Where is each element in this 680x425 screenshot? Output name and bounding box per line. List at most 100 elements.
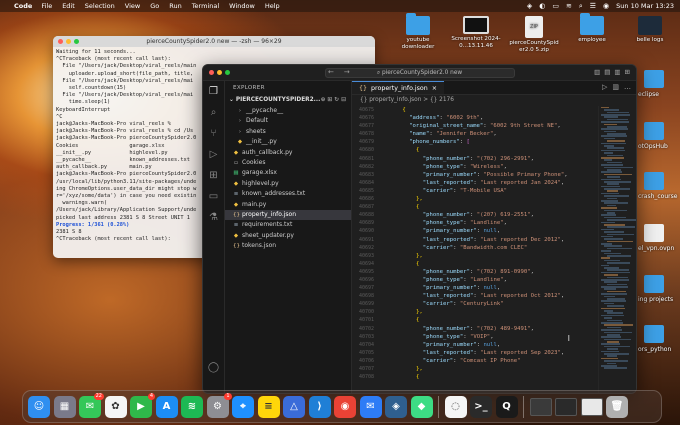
file-tree-item[interactable]: › sheets (225, 127, 351, 137)
desktop-item[interactable]: youtube downloader (392, 13, 444, 50)
project-root-folder[interactable]: ⌄ PIERCECOUNTYSPIDER2... ⊕⊞↻⊟ (225, 95, 351, 106)
toggle-panel-icon[interactable]: ▤ (604, 68, 610, 76)
command-center-search[interactable]: ⌕ pierceCountySpider2.0 new (324, 67, 515, 78)
spotify-dock-icon[interactable]: ≋ (181, 395, 203, 418)
terminal-dock-icon[interactable]: >_ (470, 395, 492, 418)
trash-dock-icon[interactable]: 🗑 (606, 395, 628, 418)
toggle-secondary-sidebar-icon[interactable]: ▥ (614, 68, 620, 76)
terminal-title-bar[interactable]: pierceCountySpider2.0 new — -zsh — 96×29 (53, 36, 375, 47)
desktop-item[interactable]: belle logs (624, 16, 676, 44)
xcode-instruments-dock-icon[interactable]: △ (283, 395, 305, 418)
vscode-window[interactable]: ← → ⌕ pierceCountySpider2.0 new ▥ ▤ ▥ ⊞ … (202, 64, 637, 394)
file-tree-item[interactable]: ◆ auth_callback.py (225, 148, 351, 158)
messages-dock-icon[interactable]: ✉ 22 (79, 392, 104, 418)
file-tree-item[interactable]: ◆ sheet_updater.py (225, 231, 351, 241)
explorer-icon[interactable]: ❐ (209, 86, 218, 97)
minimized-window-thumbnail[interactable] (580, 397, 603, 416)
back-arrow-icon[interactable]: ← (328, 68, 334, 76)
close-button[interactable] (209, 70, 214, 75)
vscode-dock-icon[interactable]: ⟩ (308, 395, 331, 418)
minimize-button[interactable] (66, 39, 71, 44)
launchpad-dock-icon[interactable]: ▦ (53, 395, 76, 418)
desktop-item[interactable]: otOpsHub (638, 122, 680, 150)
clock[interactable]: Sun 10 Mar 13:23 (616, 2, 674, 10)
system-settings-dock-icon[interactable]: ⚙ 1 (206, 392, 232, 418)
desktop-item[interactable]: employee (566, 13, 618, 44)
close-tab-icon[interactable]: × (432, 82, 437, 94)
file-tree-item[interactable]: ◆ __init__.py (225, 137, 351, 147)
dropbox-icon[interactable]: ◈ (527, 2, 532, 10)
app-store-dock-icon[interactable]: A (155, 395, 178, 418)
testing-icon[interactable]: ⚗ (209, 212, 218, 223)
tab-property-info-json[interactable]: {} property_info.json × (352, 81, 444, 94)
battery-icon[interactable]: ▭ (552, 2, 559, 10)
app-menu[interactable]: Code (14, 2, 32, 10)
finder-dock-icon[interactable]: ☺ (28, 395, 50, 418)
remote-explorer-icon[interactable]: ▭ (209, 191, 218, 202)
file-tree-item[interactable]: ≡ requirements.txt (225, 220, 351, 230)
close-button[interactable] (58, 39, 63, 44)
zoom-button[interactable] (74, 39, 79, 44)
menu-file[interactable]: File (41, 2, 52, 10)
photos-dock-icon[interactable]: ✿ (104, 395, 127, 418)
search-icon[interactable]: ⌕ (211, 107, 217, 118)
zoom-button[interactable] (225, 70, 230, 75)
more-actions-icon[interactable]: … (624, 83, 631, 91)
chrome-dock-icon[interactable]: ◉ (334, 395, 356, 418)
vpn-icon[interactable]: ◐ (539, 2, 545, 10)
account-icon[interactable]: ◯ (208, 362, 219, 373)
file-tree-item[interactable]: › Default (225, 116, 351, 126)
menu-help[interactable]: Help (265, 2, 280, 10)
forward-arrow-icon[interactable]: → (344, 68, 350, 76)
menu-go[interactable]: Go (150, 2, 159, 10)
siri-icon[interactable]: ◉ (603, 2, 609, 10)
menu-selection[interactable]: Selection (85, 2, 115, 10)
file-tree-item[interactable]: {} property_info.json (225, 209, 351, 221)
desktop-item[interactable]: ing projects (638, 275, 680, 303)
android-studio-dock-icon[interactable]: ◆ (410, 395, 433, 418)
desktop-item[interactable]: ZIP pierceCountySpid er2.0 5.zip (508, 16, 560, 53)
facetime-dock-icon[interactable]: ▶ 4 (130, 392, 155, 418)
menu-window[interactable]: Window (229, 2, 255, 10)
menu-view[interactable]: View (125, 2, 140, 10)
desktop-item[interactable]: Screenshot 2024-0...13.11.46 (450, 16, 502, 49)
minimap[interactable] (598, 106, 636, 393)
run-icon[interactable]: ▷ (602, 83, 607, 91)
safari-dock-icon[interactable]: ⌖ (232, 395, 254, 418)
minimize-button[interactable] (217, 70, 222, 75)
mysql-workbench-dock-icon[interactable]: ◈ (385, 395, 407, 418)
file-tree-item[interactable]: ◆ main.py (225, 200, 351, 210)
vscode-title-bar[interactable]: ← → ⌕ pierceCountySpider2.0 new ▥ ▤ ▥ ⊞ (203, 65, 636, 81)
wifi-icon[interactable]: ≋ (566, 2, 572, 10)
file-tree-item[interactable]: ▫ Cookies (225, 158, 351, 168)
desktop-item[interactable]: crash_course (638, 172, 680, 200)
editor-area[interactable]: {} property_info.json × ▷ ▥ … {} propert… (352, 81, 636, 393)
code-editor[interactable]: 40675 {40676 "address": "6002 9th", 40677 "o… (352, 106, 598, 393)
customize-layout-icon[interactable]: ⊞ (625, 68, 630, 76)
spotlight-search-icon[interactable]: ⌕ (579, 2, 583, 11)
mail-dock-icon[interactable]: ✉ (359, 395, 382, 418)
file-tree-item[interactable]: {} tokens.json (225, 241, 351, 251)
notes-dock-icon[interactable]: ≡ (257, 395, 280, 418)
menu-run[interactable]: Run (169, 2, 181, 10)
extensions-icon[interactable]: ⊞ (209, 170, 217, 181)
desktop-item[interactable]: eclipse (638, 70, 680, 98)
menu-edit[interactable]: Edit (62, 2, 75, 10)
explorer-actions[interactable]: ⊕⊞↻⊟ (321, 95, 348, 106)
minimized-window-thumbnail[interactable] (529, 397, 552, 416)
breadcrumb[interactable]: {} property_info.json > {} 2176 (352, 95, 636, 106)
openvpn-dock-icon[interactable]: ◌ (444, 395, 467, 418)
source-control-icon[interactable]: ⑂ (211, 128, 217, 139)
file-tree-item[interactable]: ◆ highlevel.py (225, 179, 351, 189)
file-tree-item[interactable]: ≡ known_addresses.txt (225, 189, 351, 199)
quicktime-dock-icon[interactable]: Q (495, 395, 518, 418)
menu-terminal[interactable]: Terminal (192, 2, 219, 10)
run-debug-icon[interactable]: ▷ (210, 149, 218, 160)
desktop-item[interactable]: ors_python (638, 325, 680, 353)
split-editor-icon[interactable]: ▥ (612, 83, 619, 91)
control-center-icon[interactable]: ☰ (590, 2, 596, 10)
minimized-window-thumbnail[interactable] (555, 397, 577, 416)
toggle-sidebar-icon[interactable]: ▥ (594, 68, 600, 76)
file-tree-item[interactable]: ▦ garage.xlsx (225, 168, 351, 178)
file-tree-item[interactable]: › __pycache__ (225, 106, 351, 116)
